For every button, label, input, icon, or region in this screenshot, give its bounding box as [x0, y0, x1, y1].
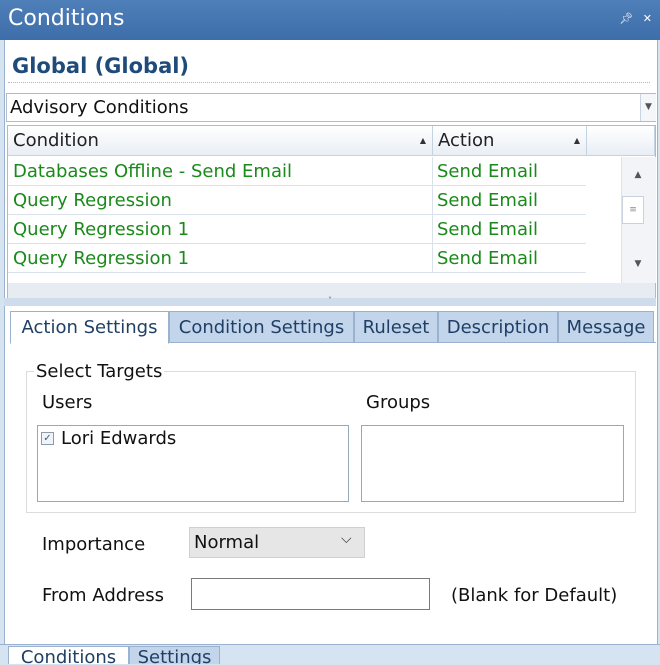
tab-settings[interactable]: Settings [129, 646, 220, 664]
cell-condition: Query Regression [13, 190, 172, 211]
cell-condition: Query Regression 1 [13, 248, 190, 269]
cell-divider [432, 215, 433, 244]
cell-condition: Databases Offline - Send Email [13, 161, 292, 182]
column-header-condition[interactable]: Condition ▲ [8, 126, 433, 156]
sort-arrow-icon: ▲ [419, 136, 426, 145]
cell-divider [432, 244, 433, 273]
user-checkbox[interactable]: ✓ [41, 432, 54, 445]
cell-divider [432, 186, 433, 215]
user-name[interactable]: Lori Edwards [61, 428, 176, 449]
table-row[interactable]: Databases Offline - Send Email Send Emai… [8, 157, 586, 186]
column-header-label: Action [438, 130, 495, 151]
category-dropdown-value: Advisory Conditions [10, 97, 189, 118]
tab-description[interactable]: Description [438, 311, 558, 343]
cell-action: Send Email [437, 219, 538, 240]
page-title: Global (Global) [12, 54, 190, 78]
table-row[interactable]: Query Regression 1 Send Email [8, 215, 586, 244]
chevron-down-icon[interactable]: ⌵ [341, 531, 352, 547]
scroll-down-icon[interactable]: ▼ [621, 259, 655, 269]
from-address-hint: (Blank for Default) [451, 585, 618, 606]
cell-condition: Query Regression 1 [13, 219, 190, 240]
tab-condition-settings[interactable]: Condition Settings [169, 311, 354, 343]
table-row[interactable]: Query Regression 1 Send Email [8, 244, 586, 273]
groups-label: Groups [366, 392, 431, 413]
scrollbar-thumb[interactable]: ≡ [622, 196, 644, 224]
from-address-input[interactable] [191, 578, 430, 610]
cell-action: Send Email [437, 248, 538, 269]
pin-icon[interactable]: 📌︎ [619, 12, 633, 25]
cell-action: Send Email [437, 190, 538, 211]
title-bar-buttons: 📌︎ ✕ [613, 12, 652, 25]
chevron-down-icon[interactable]: ▼ [640, 94, 656, 121]
cell-divider [432, 157, 433, 186]
scroll-up-icon[interactable]: ▲ [621, 170, 655, 180]
table-row[interactable]: Query Regression Send Email [8, 186, 586, 215]
column-header-label: Condition [13, 130, 99, 151]
column-header-action[interactable]: Action ▲ [433, 126, 587, 156]
tab-message[interactable]: Message [558, 311, 654, 343]
from-address-label: From Address [42, 585, 165, 606]
tab-ruleset[interactable]: Ruleset [354, 311, 438, 343]
column-header-filler [587, 126, 655, 156]
tab-action-settings[interactable]: Action Settings [10, 311, 169, 344]
groups-listbox[interactable] [361, 425, 624, 502]
importance-label: Importance [42, 534, 146, 555]
cell-action: Send Email [437, 161, 538, 182]
close-icon[interactable]: ✕ [643, 12, 652, 25]
tab-conditions[interactable]: Conditions [8, 646, 129, 664]
window-title: Conditions [8, 6, 125, 31]
splitter-handle[interactable]: ˅ [4, 297, 656, 306]
users-label: Users [42, 392, 93, 413]
divider [8, 82, 650, 83]
sort-arrow-icon: ▲ [573, 136, 580, 145]
importance-value: Normal [194, 532, 260, 553]
select-targets-label: Select Targets [34, 361, 165, 382]
